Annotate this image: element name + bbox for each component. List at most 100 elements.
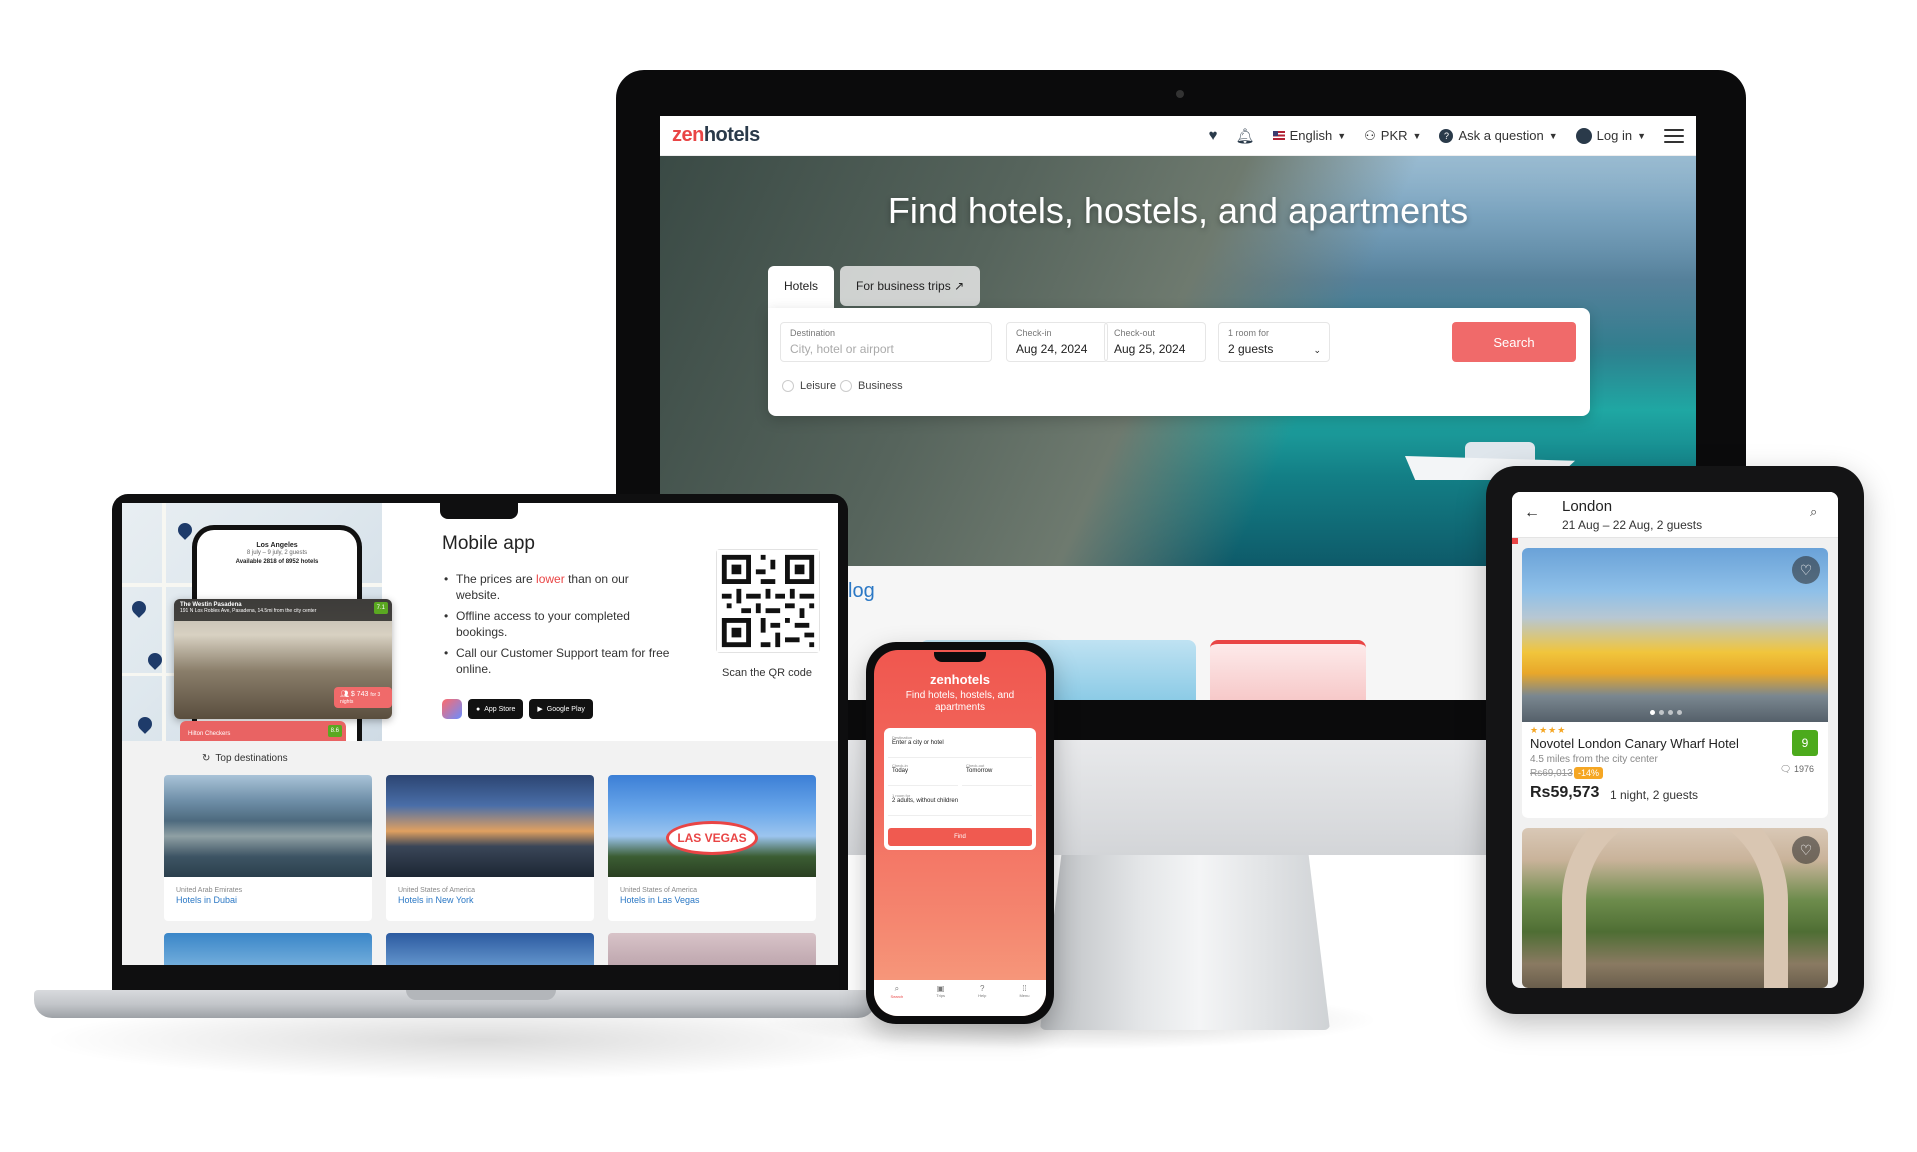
- phone-guests-value: 2 adults, without children: [892, 798, 959, 804]
- blog-card[interactable]: [1210, 640, 1366, 700]
- notifications-bell-icon[interactable]: 🔔︎: [1236, 127, 1255, 145]
- destination-country: United States of America: [398, 887, 476, 894]
- photo-dots: [1650, 710, 1682, 715]
- store-badges: ● App Store ▶ Google Play: [442, 699, 593, 719]
- hotel-stars: ★★★★: [1530, 725, 1567, 735]
- hamburger-menu-icon[interactable]: [1664, 128, 1684, 143]
- header-nav: ♥ 🔔︎ English ▼ ⚇ PKR ▼ ? Ask a question ▼ L…: [1209, 127, 1684, 145]
- purpose-business-radio[interactable]: Business: [840, 380, 903, 392]
- user-avatar-icon: [1575, 127, 1592, 144]
- tablet-dates: 21 Aug – 22 Aug, 2 guests: [1562, 518, 1703, 532]
- hotel-distance: 4.5 miles from the city center: [1530, 754, 1658, 765]
- destination-card[interactable]: [608, 933, 816, 965]
- currency-icon: ⚇: [1364, 127, 1376, 143]
- destination-card[interactable]: [386, 933, 594, 965]
- progress-marker: [1512, 538, 1518, 544]
- checkout-value: Aug 25, 2024: [1114, 342, 1186, 356]
- app-store-badge[interactable]: ● App Store: [468, 699, 524, 719]
- destination-placeholder: City, hotel or airport: [790, 342, 894, 356]
- device-mockup-stage: zenhotels ♥ 🔔︎ English ▼ ⚇ PKR ▼ ? Ask a q…: [0, 0, 1917, 1152]
- tablet-app: ← London 21 Aug – 22 Aug, 2 guests ⌕ ♡ ★…: [1512, 492, 1838, 988]
- phone-notch: [934, 652, 986, 662]
- rooms-label: 1 room for: [1228, 328, 1270, 338]
- list-item: Call our Customer Support team for free …: [442, 645, 672, 677]
- chevron-down-icon: ▼: [1637, 130, 1646, 141]
- currency-selector[interactable]: ⚇ PKR ▼: [1364, 128, 1421, 144]
- phone-availability: Available 2818 of 8952 hotels: [235, 559, 319, 565]
- tab-menu[interactable]: ⁞⁞ Menu: [1019, 984, 1029, 1016]
- radio-circle-icon: [840, 380, 852, 392]
- phone-checkout-value: Tomorrow: [966, 768, 993, 774]
- hotel-photo: [1522, 548, 1828, 722]
- app-gallery-badge-icon[interactable]: [442, 699, 462, 719]
- app-benefits-list: The prices are lower than on our website…: [442, 571, 672, 682]
- back-arrow-icon[interactable]: ←: [1524, 504, 1540, 522]
- chevron-down-icon: ⌄: [1313, 345, 1321, 355]
- guests-field[interactable]: 1 room for 2 guests ⌄: [1218, 322, 1330, 362]
- phone-tab-bar: ⌕ Search ▣ Trips ? Help ⁞⁞ Menu: [874, 980, 1046, 1016]
- search-button[interactable]: Search: [1452, 322, 1576, 362]
- laptop-hinge: [406, 990, 556, 1000]
- phone-search-form: Destination Enter a city or hotel Check-…: [884, 728, 1036, 850]
- destination-title: Hotels in New York: [398, 895, 474, 905]
- destination-card[interactable]: [164, 933, 372, 965]
- old-price: Rs69,013: [1530, 768, 1573, 779]
- question-bubble-icon: ?: [1439, 128, 1454, 143]
- phone-find-button[interactable]: Find: [888, 828, 1032, 846]
- price-value: $ 743: [350, 691, 369, 698]
- radio-circle-icon: [782, 380, 794, 392]
- phone-destination-value: Enter a city or hotel: [892, 740, 944, 746]
- phone-destination-field[interactable]: Destination Enter a city or hotel: [888, 732, 1032, 758]
- favorite-heart-icon[interactable]: ♡: [1792, 836, 1820, 864]
- comment-icon: 🗨︎: [1780, 764, 1794, 774]
- hotel-card[interactable]: ♡: [1522, 828, 1828, 988]
- search-icon: ⌕: [894, 984, 900, 993]
- map-pin-icon[interactable]: [129, 598, 149, 618]
- favorite-heart-icon[interactable]: ♡: [1792, 556, 1820, 584]
- destination-card-dubai[interactable]: United Arab Emirates Hotels in Dubai: [164, 775, 372, 921]
- google-play-badge[interactable]: ▶ Google Play: [529, 699, 593, 719]
- phone-guests-field[interactable]: 1 room for 2 adults, without children: [888, 790, 1032, 816]
- hotel-name: Novotel London Canary Wharf Hotel: [1530, 736, 1739, 751]
- search-icon[interactable]: ⌕: [1810, 504, 1817, 520]
- language-selector[interactable]: English ▼: [1272, 128, 1346, 143]
- help-icon: ?: [980, 984, 985, 993]
- destination-field[interactable]: Destination City, hotel or airport: [780, 322, 992, 362]
- map-pin-icon[interactable]: [135, 714, 155, 734]
- map-hotel-card[interactable]: The Westin Pasadena 191 N Los Robles Ave…: [174, 599, 392, 719]
- top-destinations-label: Top destinations: [215, 753, 288, 764]
- ask-question-label: Ask a question: [1458, 128, 1544, 143]
- checkin-field[interactable]: Check-in Aug 24, 2024: [1006, 322, 1108, 362]
- ask-question-menu[interactable]: ? Ask a question ▼: [1439, 128, 1558, 143]
- tablet-header: ← London 21 Aug – 22 Aug, 2 guests ⌕: [1512, 492, 1838, 538]
- phone-city: Los Angeles: [256, 542, 298, 549]
- tab-trips[interactable]: ▣ Trips: [936, 984, 945, 1016]
- phone-checkin-value: Today: [892, 768, 909, 774]
- zenhotels-logo[interactable]: zenhotels: [672, 124, 760, 147]
- guests-row: 2 guests ⌄: [1228, 342, 1321, 356]
- tab-hotels[interactable]: Hotels: [768, 266, 835, 312]
- monitor-camera: [1176, 90, 1184, 98]
- laptop-site: Los Angeles 8 july – 9 july, 2 guests Av…: [122, 503, 838, 965]
- phone-checkout-field[interactable]: Check-out Tomorrow: [962, 760, 1032, 786]
- tab-help[interactable]: ? Help: [978, 984, 986, 1016]
- phone-dates: 8 july – 9 july, 2 guests: [246, 550, 308, 556]
- tab-business-trips[interactable]: For business trips ↗: [840, 266, 981, 306]
- destination-label: Destination: [790, 328, 836, 338]
- score-badge: 7.1: [373, 602, 388, 614]
- hotel-card[interactable]: ♡ ★★★★ Novotel London Canary Wharf Hotel…: [1522, 548, 1828, 818]
- review-count: 🗨︎ 1976: [1780, 764, 1814, 775]
- phone-checkin-field[interactable]: Check-in Today: [888, 760, 958, 786]
- purpose-leisure-radio[interactable]: Leisure: [782, 380, 836, 392]
- login-menu[interactable]: Log in ▼: [1575, 127, 1646, 144]
- phone-logo: zenhotels: [930, 672, 990, 687]
- hotel-card-address: 191 N Los Robles Ave, Pasadena, 14.5mi f…: [180, 608, 317, 614]
- destination-card-new-york[interactable]: United States of America Hotels in New Y…: [386, 775, 594, 921]
- favorites-heart-icon[interactable]: ♥: [1209, 127, 1218, 144]
- map-pin-icon[interactable]: [175, 520, 195, 540]
- checkout-field[interactable]: Check-out Aug 25, 2024: [1104, 322, 1206, 362]
- destination-card-las-vegas[interactable]: LAS VEGAS United States of America Hotel…: [608, 775, 816, 921]
- destination-title: Hotels in Las Vegas: [620, 895, 700, 905]
- qr-code: [716, 549, 820, 653]
- tab-search[interactable]: ⌕ Search: [891, 984, 904, 1016]
